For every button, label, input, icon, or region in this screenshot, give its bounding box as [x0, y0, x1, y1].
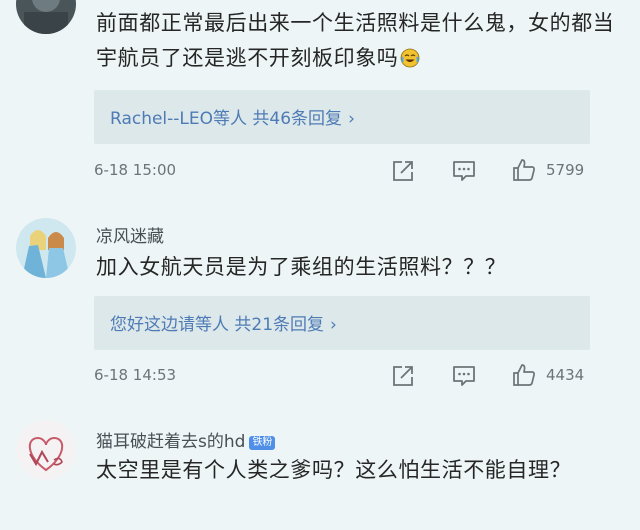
like-button[interactable]: [511, 157, 537, 183]
replies-summary: 您好这边请等人 共21条回复 ›: [110, 315, 337, 335]
chevron-right-icon: ›: [330, 315, 337, 335]
comment-username[interactable]: 猫耳破赶着去s的hd 铁粉: [96, 427, 276, 452]
like-count: 4434: [546, 366, 585, 384]
replies-link[interactable]: 您好这边请等人 共21条回复 ›: [94, 296, 590, 350]
thumbs-up-icon: [513, 364, 535, 386]
share-button[interactable]: [390, 363, 416, 389]
thumbs-up-icon: [513, 159, 535, 181]
comment-button[interactable]: [451, 363, 477, 389]
chevron-right-icon: ›: [348, 109, 355, 129]
crying-laughing-emoji-icon: [400, 44, 420, 68]
fan-badge: 铁粉: [249, 436, 276, 450]
comment-icon: [453, 366, 475, 386]
avatar[interactable]: [16, 0, 76, 34]
like-button[interactable]: [511, 362, 537, 388]
like-count: 5799: [546, 161, 585, 179]
replies-summary: Rachel--LEO等人 共46条回复 ›: [110, 109, 355, 129]
replies-link[interactable]: Rachel--LEO等人 共46条回复 ›: [94, 90, 590, 144]
avatar[interactable]: [16, 218, 76, 278]
comment-item: 凉风迷藏 加入女航天员是为了乘组的生活照料？？？ 您好这边请等人 共21条回复 ›…: [0, 210, 640, 400]
avatar[interactable]: [16, 420, 76, 480]
comment-item: 猫耳破赶着去s的hd 铁粉 太空里是有个人类之爹吗？这么怕生活不能自理？: [0, 415, 640, 530]
share-button[interactable]: [390, 158, 416, 184]
comment-text: 加入女航天员是为了乘组的生活照料？？？: [96, 255, 507, 279]
comment-button[interactable]: [451, 158, 477, 184]
comment-text: 太空里是有个人类之爹吗？这么怕生活不能自理？: [96, 458, 572, 482]
share-icon: [393, 161, 413, 181]
comment-icon: [453, 161, 475, 181]
comment-text: 前面都正常最后出来一个生活照料是什么鬼，女的都当宇航员了还是逃不开刻板印象吗: [96, 11, 615, 70]
comment-time: 6-18 15:00: [94, 161, 177, 179]
comment-item: 前面都正常最后出来一个生活照料是什么鬼，女的都当宇航员了还是逃不开刻板印象吗 R…: [0, 0, 640, 195]
share-icon: [393, 366, 413, 386]
comment-time: 6-18 14:53: [94, 366, 177, 384]
comment-username[interactable]: 凉风迷藏: [96, 222, 164, 247]
